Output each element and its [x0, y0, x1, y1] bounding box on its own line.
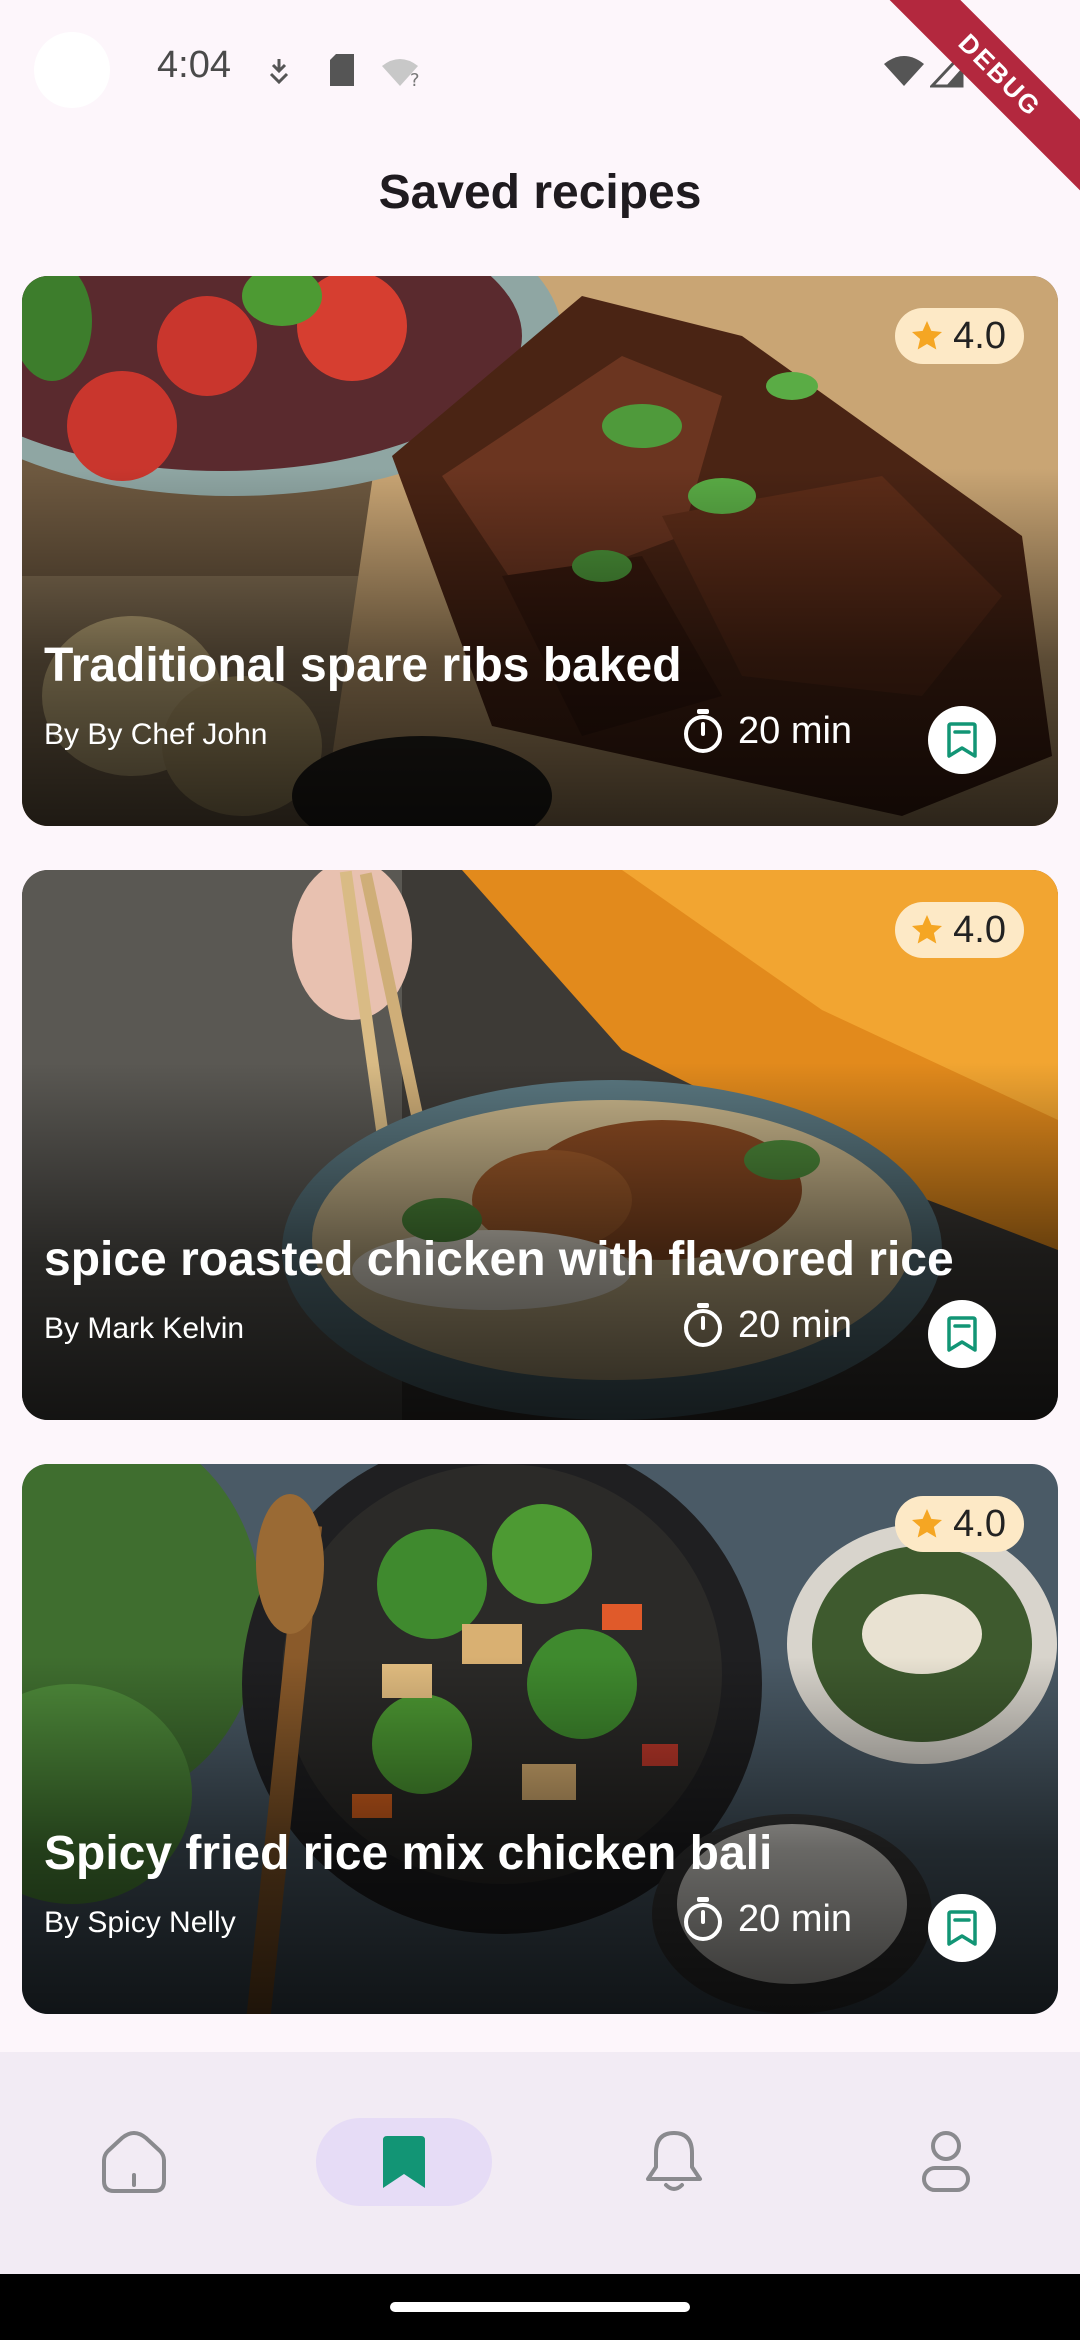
- star-icon: [912, 1509, 943, 1538]
- star-icon: [912, 915, 943, 944]
- download-shield-icon: [269, 59, 289, 85]
- nav-home[interactable]: [46, 2118, 222, 2206]
- rating-value: 4.0: [953, 908, 1006, 951]
- star-icon: [912, 321, 943, 350]
- recipe-author: By Mark Kelvin: [44, 1312, 245, 1345]
- bell-icon: [646, 2131, 702, 2191]
- rating-value: 4.0: [953, 314, 1006, 357]
- rating-badge: 4.0: [895, 1496, 1024, 1552]
- bookmark-button[interactable]: [928, 1894, 996, 1962]
- status-bar: 4:04 ? DEBUG: [0, 0, 1080, 199]
- nav-profile[interactable]: [858, 2118, 1034, 2206]
- recipe-card[interactable]: 4.0 Traditional spare ribs baked By By C…: [22, 276, 1058, 826]
- home-icon: [102, 2130, 166, 2193]
- timer-icon: [684, 1897, 722, 1941]
- bookmark-icon: [947, 1910, 977, 1946]
- bottom-navigation: [0, 2052, 1080, 2274]
- cook-time: 20 min: [682, 708, 852, 754]
- bookmark-icon: [947, 1316, 977, 1352]
- recipe-title: Spicy fried rice mix chicken bali: [44, 1827, 773, 1880]
- profile-icon: [922, 2131, 970, 2192]
- rating-value: 4.0: [953, 1502, 1006, 1545]
- sd-card-icon: [330, 54, 354, 86]
- nav-notifications[interactable]: [586, 2118, 762, 2206]
- recipe-author: By Spicy Nelly: [44, 1906, 236, 1939]
- recipe-title: Traditional spare ribs baked: [44, 639, 682, 692]
- wifi-question-icon: ?: [382, 59, 420, 88]
- bookmark-icon: [383, 2136, 425, 2188]
- recipe-author: By By Chef John: [44, 718, 268, 751]
- rating-badge: 4.0: [895, 308, 1024, 364]
- cook-time-label: 20 min: [738, 709, 853, 752]
- timer-icon: [684, 709, 722, 753]
- cook-time: 20 min: [682, 1302, 852, 1348]
- timer-icon: [684, 1303, 722, 1347]
- camera-cutout: [34, 32, 110, 108]
- system-navigation-area: [0, 2274, 1080, 2340]
- nav-saved[interactable]: [316, 2118, 492, 2206]
- status-time: 4:04: [157, 44, 231, 86]
- svg-text:?: ?: [410, 70, 420, 88]
- cook-time: 20 min: [682, 1896, 852, 1942]
- recipe-title: spice roasted chicken with flavored rice: [44, 1233, 954, 1286]
- rating-badge: 4.0: [895, 902, 1024, 958]
- bookmark-button[interactable]: [928, 706, 996, 774]
- bookmark-icon: [947, 722, 977, 758]
- recipe-card[interactable]: 4.0 spice roasted chicken with flavored …: [22, 870, 1058, 1420]
- cook-time-label: 20 min: [738, 1303, 853, 1346]
- page-title: Saved recipes: [378, 166, 702, 219]
- cook-time-label: 20 min: [738, 1897, 853, 1940]
- recipe-card[interactable]: 4.0 Spicy fried rice mix chicken bali By…: [22, 1464, 1058, 2014]
- home-gesture-handle[interactable]: [390, 2302, 690, 2312]
- bookmark-button[interactable]: [928, 1300, 996, 1368]
